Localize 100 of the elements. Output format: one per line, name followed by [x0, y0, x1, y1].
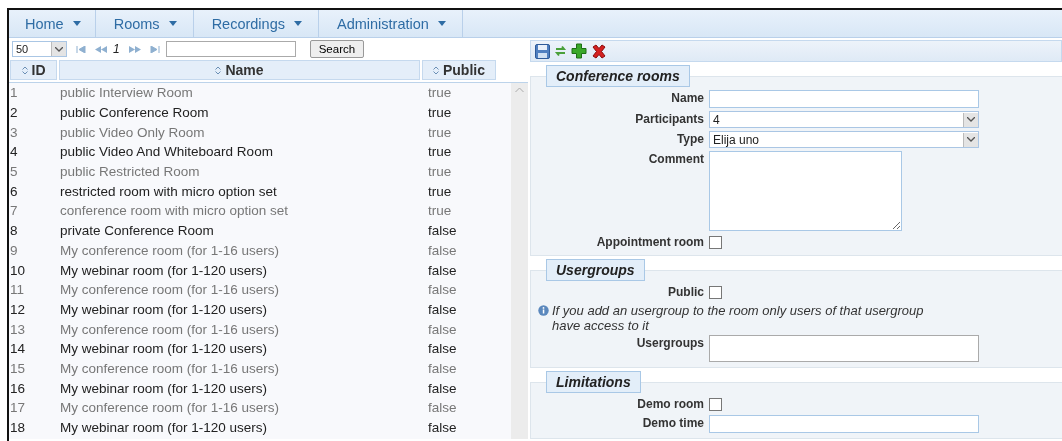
table-cell-text: false — [427, 223, 458, 239]
table-cell-text: public Restricted Room — [59, 164, 201, 180]
table-cell-text: public Interview Room — [59, 85, 194, 101]
table-cell-text: 13 — [9, 321, 27, 337]
table-cell-text: 1 — [9, 85, 19, 101]
table-cell-text: public Conference Room — [59, 105, 210, 121]
table-cell-text: 8 — [9, 223, 19, 239]
checkbox[interactable] — [709, 236, 722, 249]
search-field[interactable] — [165, 41, 296, 57]
page-number: 1 — [113, 42, 120, 56]
column-header[interactable]: ID — [10, 60, 57, 80]
menu-item[interactable]: Administration — [318, 10, 463, 37]
table-cell-text: conference room with micro option set — [59, 203, 290, 219]
table-cell-text: 6 — [9, 183, 19, 199]
table-cell-text: 2 — [9, 105, 19, 121]
usergroups-field[interactable] — [709, 335, 979, 362]
table-cell-text: My conference room (for 1-16 users) — [59, 400, 281, 416]
table-cell-text: 15 — [9, 360, 27, 376]
checkbox[interactable] — [709, 398, 722, 411]
comment-field[interactable] — [709, 151, 902, 231]
table-cell-text: My webinar room (for 1-120 users) — [59, 420, 269, 436]
field-label: Participants — [634, 111, 704, 127]
table-cell-text: 3 — [9, 124, 19, 140]
column-header[interactable]: Public — [422, 60, 496, 80]
dropdown-icon — [963, 132, 978, 147]
field-label: Type — [675, 131, 704, 147]
table-cell-text: 4 — [9, 144, 19, 160]
sort-icon — [433, 65, 439, 75]
delete-icon[interactable] — [591, 43, 607, 59]
page-size-select[interactable]: 50 — [12, 41, 67, 57]
first-page-icon[interactable] — [76, 45, 86, 53]
table-cell-text: 7 — [9, 203, 19, 219]
table-cell-text: false — [427, 420, 458, 436]
dropdown-icon — [51, 42, 66, 56]
column-header[interactable]: Name — [59, 60, 420, 80]
text-field[interactable] — [709, 90, 979, 108]
table-cell-text: false — [427, 321, 458, 337]
add-icon[interactable] — [571, 43, 587, 59]
scrollbar[interactable] — [511, 83, 528, 439]
table-cell-text: public Video Only Room — [59, 124, 206, 140]
table-cell-text: My conference room (for 1-16 users) — [59, 242, 281, 258]
last-page-icon[interactable] — [149, 45, 160, 53]
table-cell-text: true — [427, 105, 453, 121]
select-field[interactable]: 4 — [709, 111, 979, 128]
field-label: Demo room — [636, 396, 704, 412]
checkbox[interactable] — [709, 286, 722, 299]
table-cell-text: 12 — [9, 301, 27, 317]
table-cell-text: 5 — [9, 164, 19, 180]
table-cell-text: 10 — [9, 262, 27, 278]
table-cell-text: private Conference Room — [59, 223, 215, 239]
field-label: Appointment room — [595, 234, 704, 250]
table-cell-text: false — [427, 242, 458, 258]
table-cell-text: 18 — [9, 420, 27, 436]
table-cell-text: My conference room (for 1-16 users) — [59, 360, 281, 376]
table-cell-text: restricted room with micro option set — [59, 183, 278, 199]
refresh-icon[interactable] — [554, 44, 567, 58]
info-icon — [538, 305, 549, 316]
sort-icon — [21, 65, 28, 75]
search-button[interactable]: Search — [309, 40, 365, 58]
table-cell-text: 17 — [9, 400, 27, 416]
scroll-up-icon[interactable] — [515, 87, 524, 93]
caret-icon — [168, 21, 177, 26]
table-cell-text: 9 — [9, 242, 19, 258]
table-cell-text: My conference room (for 1-16 users) — [59, 282, 281, 298]
dropdown-icon — [963, 112, 978, 127]
table-cell-text: true — [427, 203, 453, 219]
table-cell-text: 16 — [9, 380, 27, 396]
table-cell-text: true — [427, 144, 453, 160]
menu-item[interactable]: Home — [9, 10, 96, 37]
table-cell-text: true — [427, 85, 453, 101]
table-cell-text: My webinar room (for 1-120 users) — [59, 380, 269, 396]
table-cell-text: false — [427, 400, 458, 416]
section-title: Usergroups — [546, 259, 645, 281]
field-label: Comment — [647, 151, 704, 167]
table-cell-text: true — [427, 183, 453, 199]
caret-icon — [293, 21, 302, 26]
section-title: Conference rooms — [546, 65, 690, 87]
table-cell-text: false — [427, 380, 458, 396]
table-cell-text: true — [427, 164, 453, 180]
table-cell-text: false — [427, 360, 458, 376]
info-text: If you add an usergroup to the room only users of that usergroup have access to it — [552, 303, 925, 333]
table-cell-text: My webinar room (for 1-120 users) — [59, 301, 269, 317]
menu-item[interactable]: Recordings — [193, 10, 319, 37]
table-cell-text: My conference room (for 1-16 users) — [59, 321, 281, 337]
text-field[interactable] — [709, 415, 979, 433]
field-label: Public — [667, 284, 704, 300]
caret-icon — [72, 21, 81, 26]
table-cell-text: 14 — [9, 341, 27, 357]
table-cell-text: false — [427, 262, 458, 278]
sort-icon — [215, 65, 222, 75]
table-cell-text: true — [427, 124, 453, 140]
table-cell-text: My webinar room (for 1-120 users) — [59, 341, 269, 357]
field-label: Demo time — [641, 415, 704, 431]
save-icon[interactable] — [535, 43, 550, 59]
table-cell-text: false — [427, 301, 458, 317]
next-page-icon[interactable] — [128, 45, 141, 53]
previous-page-icon[interactable] — [95, 45, 107, 53]
menu-item[interactable]: Rooms — [95, 10, 194, 37]
select-field[interactable]: Elija uno — [709, 131, 979, 148]
table-cell-text: public Video And Whiteboard Room — [59, 144, 274, 160]
